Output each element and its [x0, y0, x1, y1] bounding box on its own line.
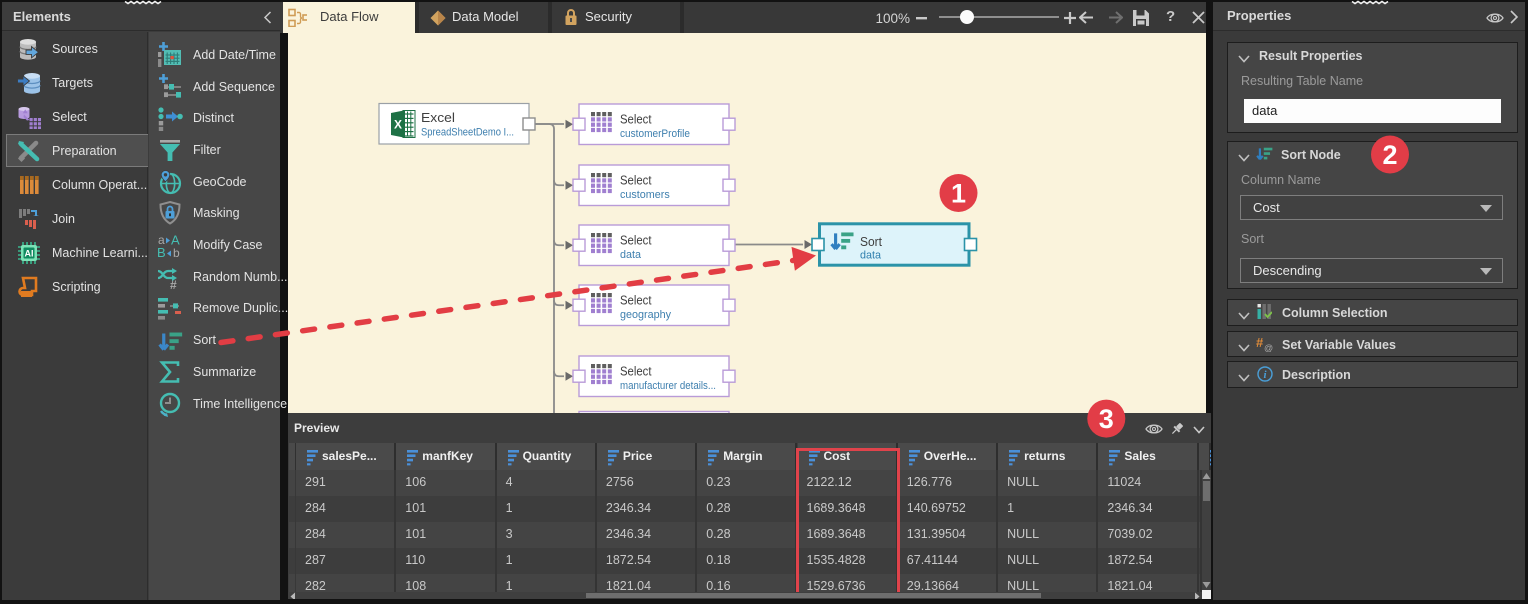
svg-text:Select: Select	[620, 233, 652, 248]
svg-text:Select: Select	[620, 112, 652, 127]
svg-text:i: i	[1263, 369, 1267, 381]
svg-text:b: b	[173, 246, 180, 258]
svg-text:Select: Select	[620, 364, 652, 379]
svg-text:B: B	[157, 245, 166, 258]
svg-text:Select: Select	[620, 173, 652, 188]
svg-text:#: #	[1256, 335, 1264, 350]
svg-text:SpreadSheetDemo I...: SpreadSheetDemo I...	[421, 127, 514, 139]
svg-text:customers: customers	[620, 189, 670, 201]
svg-text:geography: geography	[620, 309, 672, 321]
svg-text:data: data	[860, 250, 881, 262]
svg-text:manufacturer details...: manufacturer details...	[620, 380, 716, 392]
svg-text:@: @	[1264, 343, 1273, 352]
svg-text:Excel: Excel	[421, 110, 455, 125]
svg-text:#: #	[170, 278, 177, 290]
svg-text:customerProfile: customerProfile	[620, 128, 690, 140]
svg-text:Sort: Sort	[860, 234, 882, 249]
svg-text:data: data	[620, 249, 641, 261]
svg-text:AI: AI	[25, 249, 34, 259]
svg-text:X: X	[394, 118, 402, 132]
svg-text:Select: Select	[620, 293, 652, 308]
